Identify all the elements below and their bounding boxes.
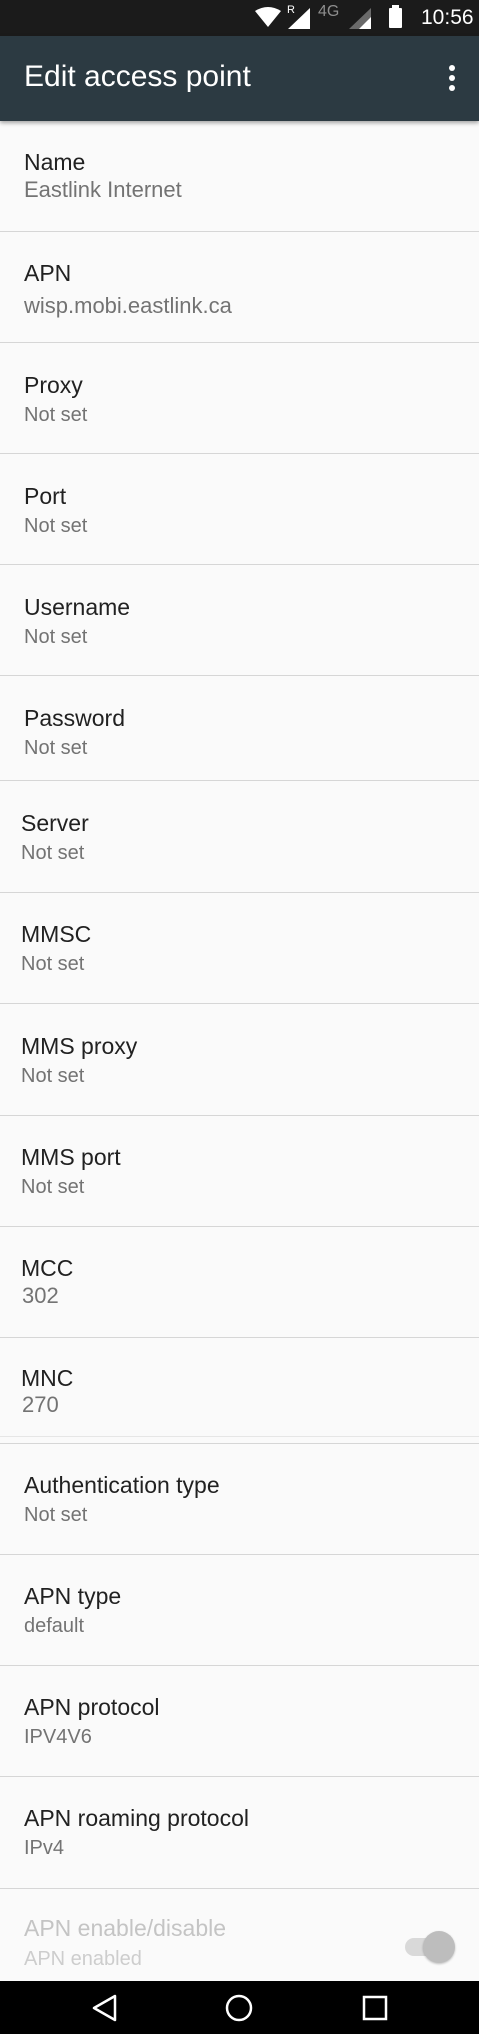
pref-value: wisp.mobi.eastlink.ca — [24, 293, 232, 318]
divider — [0, 1436, 479, 1437]
pref-label: APN roaming protocol — [24, 1805, 249, 1831]
pref-proxy[interactable]: Proxy Not set — [0, 343, 479, 454]
pref-label: Name — [24, 149, 86, 175]
pref-apn-roaming-protocol[interactable]: APN roaming protocol IPv4 — [0, 1777, 479, 1888]
pref-apn-protocol[interactable]: APN protocol IPV4V6 — [0, 1666, 479, 1777]
pref-label: Username — [24, 594, 131, 620]
battery-icon — [389, 5, 402, 28]
pref-mms-port[interactable]: MMS port Not set — [0, 1116, 479, 1226]
pref-label: Password — [24, 705, 125, 731]
status-bar: R 4G 10:56 — [0, 0, 479, 36]
home-icon[interactable] — [224, 1993, 254, 2023]
pref-value: IPv4 — [24, 1837, 65, 1859]
recents-icon[interactable] — [360, 1993, 390, 2023]
pref-value: Not set — [21, 953, 85, 975]
pref-value: IPV4V6 — [24, 1726, 92, 1748]
pref-label: Server — [21, 810, 89, 836]
toggle-thumb — [423, 1931, 455, 1963]
pref-port[interactable]: Port Not set — [0, 454, 479, 565]
status-time: 10:56 — [421, 6, 474, 29]
more-vert-icon-dot — [449, 75, 455, 81]
pref-label: MMS port — [21, 1144, 121, 1170]
pref-value: Not set — [21, 842, 85, 864]
app-toolbar: Edit access point — [0, 36, 479, 121]
page-title: Edit access point — [24, 60, 251, 93]
more-vert-icon — [449, 65, 455, 71]
pref-name[interactable]: Name Eastlink Internet — [0, 121, 479, 232]
pref-label: Proxy — [24, 372, 83, 398]
pref-value: Not set — [24, 626, 88, 648]
navigation-bar — [0, 1981, 479, 2034]
pref-value: Not set — [21, 1176, 85, 1198]
pref-value: Eastlink Internet — [24, 177, 182, 202]
more-vert-icon-dot — [449, 85, 455, 91]
pref-mmsc[interactable]: MMSC Not set — [0, 893, 479, 1003]
pref-server[interactable]: Server Not set — [0, 781, 479, 892]
pref-mms-proxy[interactable]: MMS proxy Not set — [0, 1004, 479, 1115]
wifi-icon — [255, 7, 281, 27]
network-type: 4G — [318, 3, 340, 20]
pref-value: APN enabled — [24, 1948, 142, 1970]
pref-label: APN enable/disable — [24, 1915, 227, 1941]
pref-authentication-type[interactable]: Authentication type Not set — [0, 1444, 479, 1554]
more-options-button[interactable] — [440, 62, 464, 94]
pref-value: Not set — [24, 1504, 88, 1526]
pref-value: Not set — [24, 515, 88, 537]
back-icon[interactable] — [90, 1993, 120, 2023]
pref-label: MMS proxy — [21, 1033, 138, 1059]
pref-label: MMSC — [21, 921, 92, 947]
pref-mnc[interactable]: MNC 270 — [0, 1338, 479, 1443]
pref-label: MCC — [21, 1255, 74, 1281]
pref-value: Not set — [21, 1065, 85, 1087]
pref-label: Authentication type — [24, 1472, 220, 1498]
pref-label: APN type — [24, 1583, 122, 1609]
pref-value: Not set — [24, 404, 88, 426]
pref-value: 270 — [22, 1392, 59, 1417]
pref-apn[interactable]: APN wisp.mobi.eastlink.ca — [0, 232, 479, 343]
pref-label: MNC — [21, 1365, 74, 1391]
pref-value: default — [24, 1615, 85, 1637]
apn-enable-toggle — [403, 1929, 457, 1965]
pref-value: Not set — [24, 737, 88, 759]
signal-icon — [288, 8, 310, 29]
pref-label: Port — [24, 483, 67, 509]
signal-icon — [349, 8, 371, 29]
pref-label: APN protocol — [24, 1694, 160, 1720]
pref-mcc[interactable]: MCC 302 — [0, 1227, 479, 1338]
pref-username[interactable]: Username Not set — [0, 565, 479, 676]
pref-label: APN — [24, 260, 72, 286]
pref-apn-type[interactable]: APN type default — [0, 1555, 479, 1666]
pref-value: 302 — [22, 1283, 59, 1308]
pref-password[interactable]: Password Not set — [0, 676, 479, 781]
